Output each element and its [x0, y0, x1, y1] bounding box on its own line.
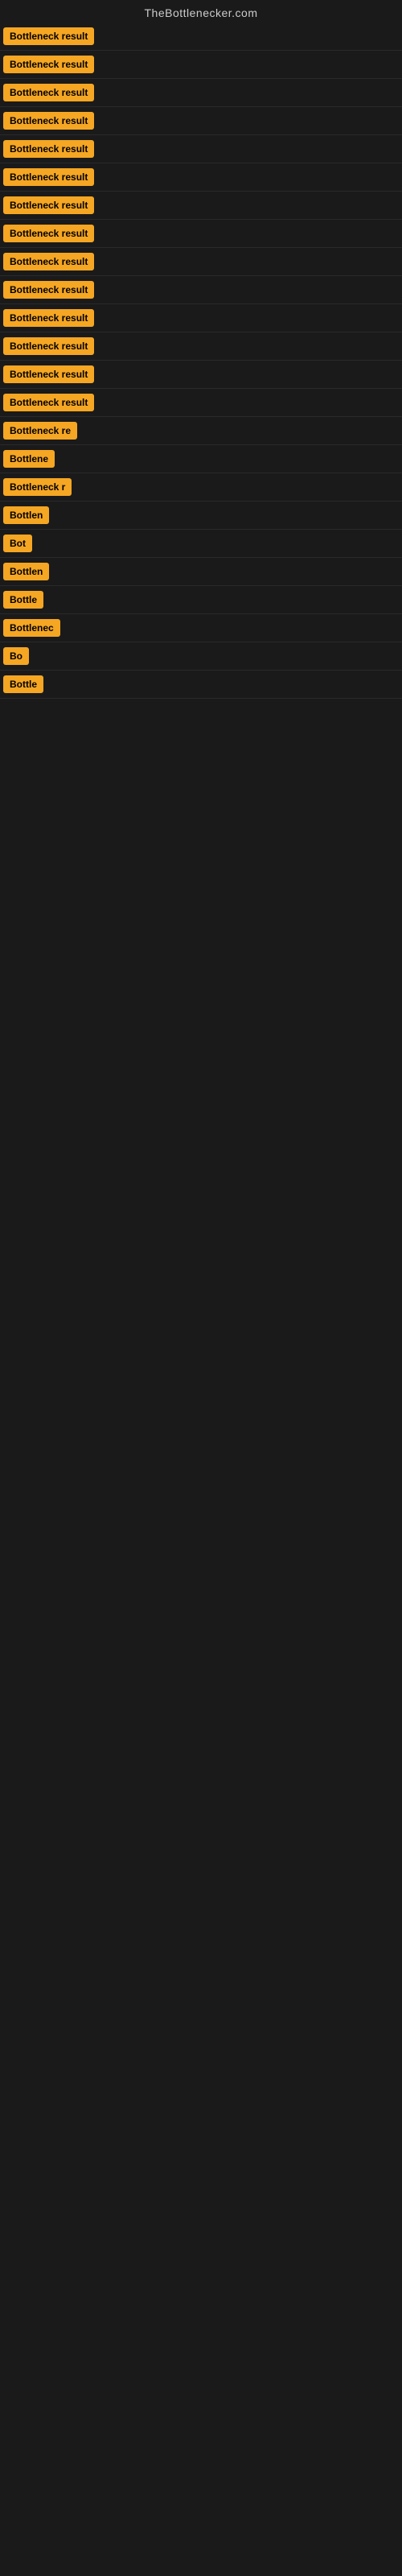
bottleneck-result-badge[interactable]: Bo — [3, 647, 29, 665]
bottleneck-result-badge[interactable]: Bottleneck result — [3, 168, 94, 186]
list-item: Bottleneck result — [0, 23, 402, 51]
list-item: Bottleneck r — [0, 473, 402, 502]
bottleneck-result-badge[interactable]: Bottleneck r — [3, 478, 72, 496]
bottleneck-result-badge[interactable]: Bottleneck result — [3, 112, 94, 130]
list-item: Bottleneck result — [0, 304, 402, 332]
bottleneck-result-badge[interactable]: Bottleneck result — [3, 27, 94, 45]
list-item: Bottlen — [0, 558, 402, 586]
list-item: Bottlen — [0, 502, 402, 530]
list-item: Bo — [0, 642, 402, 671]
list-item: Bottle — [0, 586, 402, 614]
list-item: Bottleneck result — [0, 389, 402, 417]
list-item: Bottleneck result — [0, 220, 402, 248]
list-item: Bottlenec — [0, 614, 402, 642]
bottleneck-result-badge[interactable]: Bottlen — [3, 506, 49, 524]
list-item: Bottleneck result — [0, 163, 402, 192]
list-item: Bottlene — [0, 445, 402, 473]
bottleneck-result-badge[interactable]: Bottleneck re — [3, 422, 77, 440]
bottleneck-result-badge[interactable]: Bottleneck result — [3, 253, 94, 270]
site-title-container: TheBottlenecker.com — [0, 0, 402, 23]
list-item: Bottleneck result — [0, 361, 402, 389]
bottleneck-result-badge[interactable]: Bottleneck result — [3, 281, 94, 299]
bottleneck-result-badge[interactable]: Bottle — [3, 591, 43, 609]
bottleneck-result-badge[interactable]: Bottleneck result — [3, 309, 94, 327]
bottleneck-result-badge[interactable]: Bottleneck result — [3, 337, 94, 355]
list-item: Bottleneck result — [0, 107, 402, 135]
bottleneck-result-badge[interactable]: Bottlenec — [3, 619, 60, 637]
bottleneck-result-badge[interactable]: Bottlene — [3, 450, 55, 468]
list-item: Bottleneck result — [0, 276, 402, 304]
bottleneck-result-badge[interactable]: Bottleneck result — [3, 56, 94, 73]
bottleneck-result-badge[interactable]: Bottleneck result — [3, 394, 94, 411]
bottleneck-result-badge[interactable]: Bottleneck result — [3, 84, 94, 101]
list-item: Bottleneck result — [0, 248, 402, 276]
bottleneck-result-badge[interactable]: Bottleneck result — [3, 365, 94, 383]
bottleneck-result-badge[interactable]: Bot — [3, 535, 32, 552]
rows-container: Bottleneck result Bottleneck result Bottle… — [0, 23, 402, 699]
list-item: Bot — [0, 530, 402, 558]
site-title: TheBottlenecker.com — [0, 0, 402, 23]
list-item: Bottle — [0, 671, 402, 699]
bottleneck-result-badge[interactable]: Bottleneck result — [3, 196, 94, 214]
list-item: Bottleneck re — [0, 417, 402, 445]
bottleneck-result-badge[interactable]: Bottlen — [3, 563, 49, 580]
bottleneck-result-badge[interactable]: Bottle — [3, 675, 43, 693]
list-item: Bottleneck result — [0, 51, 402, 79]
bottleneck-result-badge[interactable]: Bottleneck result — [3, 140, 94, 158]
list-item: Bottleneck result — [0, 135, 402, 163]
list-item: Bottleneck result — [0, 192, 402, 220]
bottleneck-result-badge[interactable]: Bottleneck result — [3, 225, 94, 242]
list-item: Bottleneck result — [0, 332, 402, 361]
list-item: Bottleneck result — [0, 79, 402, 107]
